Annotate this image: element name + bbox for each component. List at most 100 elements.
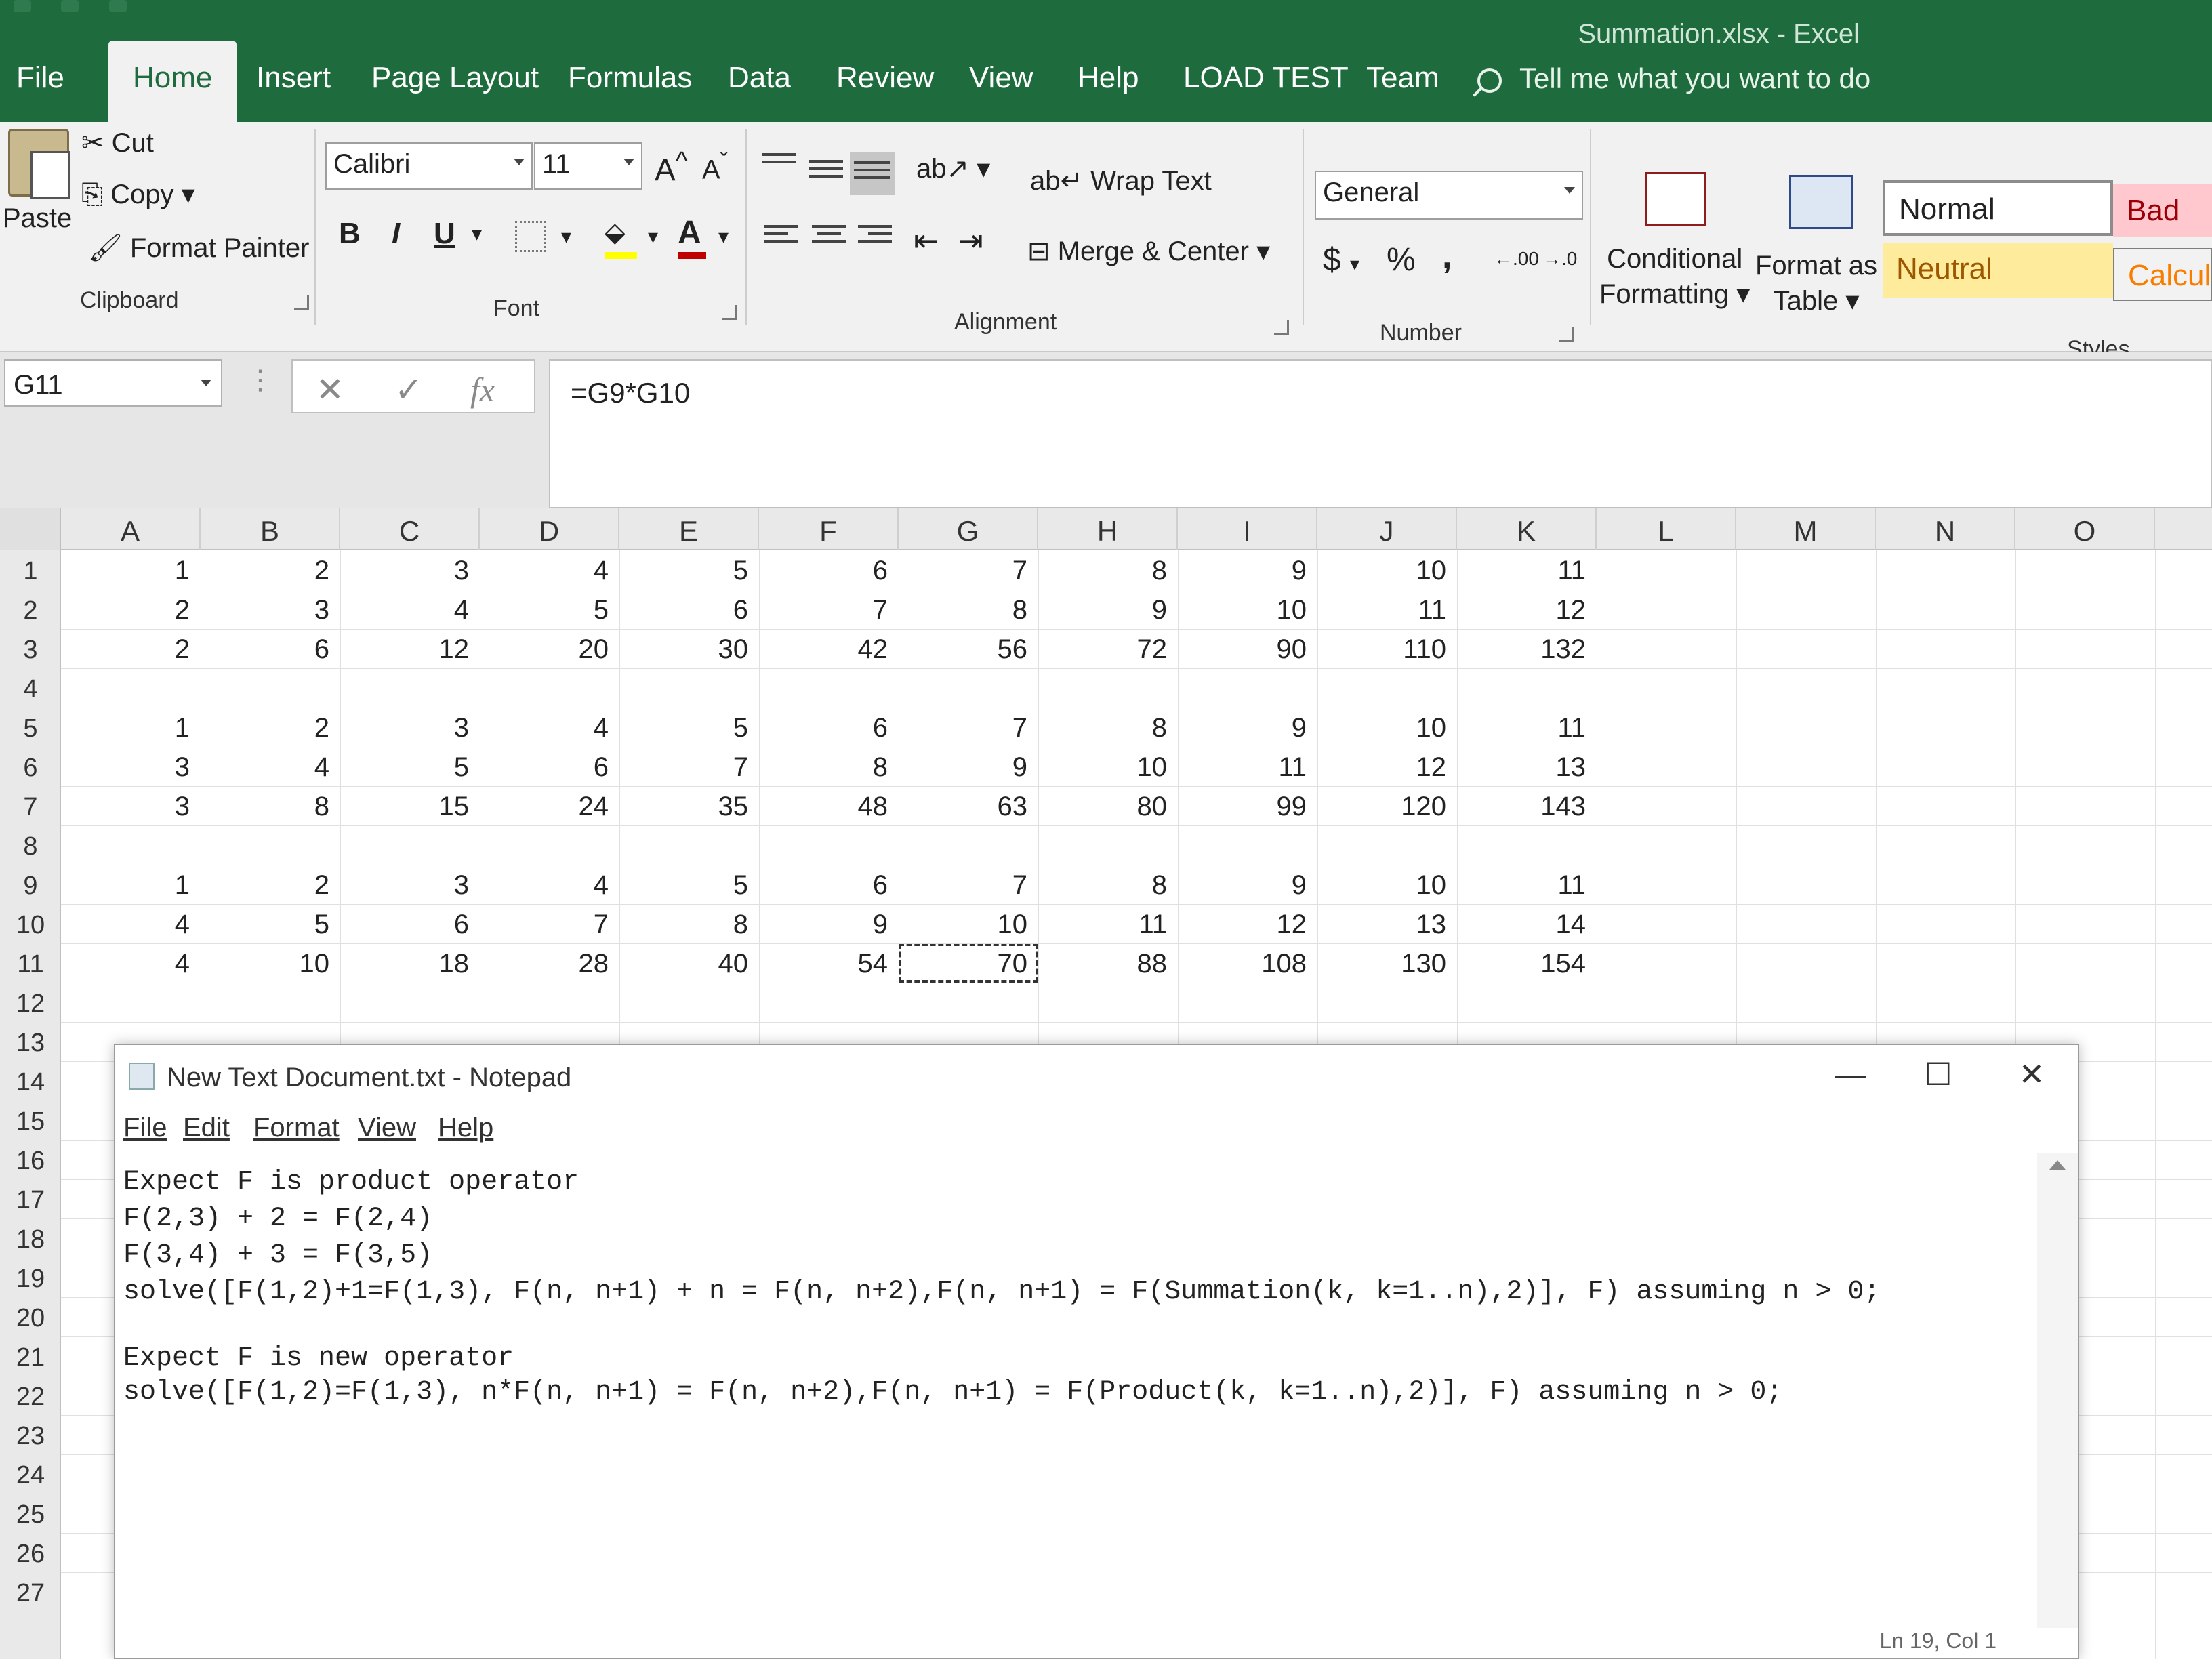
cut-button[interactable]: ✂ Cut bbox=[81, 127, 154, 159]
cell-f1[interactable]: 6 bbox=[759, 556, 888, 586]
cell-k5[interactable]: 11 bbox=[1457, 713, 1586, 743]
cell-e11[interactable]: 40 bbox=[619, 949, 749, 979]
cell-h10[interactable]: 11 bbox=[1038, 909, 1167, 940]
currency-button[interactable]: $ ▾ bbox=[1323, 241, 1359, 279]
cell-f3[interactable]: 42 bbox=[759, 634, 888, 665]
cell-d9[interactable]: 4 bbox=[480, 870, 609, 901]
cell-j5[interactable]: 10 bbox=[1317, 713, 1447, 743]
menu-help[interactable]: Help bbox=[438, 1113, 493, 1143]
bold-button[interactable]: B bbox=[339, 217, 361, 251]
tab-help[interactable]: Help bbox=[1078, 61, 1139, 95]
cell-a7[interactable]: 3 bbox=[61, 792, 190, 822]
menu-file[interactable]: File bbox=[123, 1113, 167, 1143]
cell-d11[interactable]: 28 bbox=[480, 949, 609, 979]
cell-i6[interactable]: 11 bbox=[1178, 752, 1307, 783]
cell-f2[interactable]: 7 bbox=[759, 595, 888, 626]
font-color-button[interactable]: A bbox=[678, 214, 706, 259]
copy-button[interactable]: ⎘ Copy ▾ bbox=[81, 179, 195, 210]
row-header-16[interactable]: 16 bbox=[0, 1147, 61, 1176]
cell-d2[interactable]: 5 bbox=[480, 595, 609, 626]
cell-h1[interactable]: 8 bbox=[1038, 556, 1167, 586]
row-header-25[interactable]: 25 bbox=[0, 1500, 61, 1530]
row-header-7[interactable]: 7 bbox=[0, 793, 61, 822]
fill-color-dropdown-icon[interactable]: ▾ bbox=[648, 225, 658, 249]
cell-j7[interactable]: 120 bbox=[1317, 792, 1446, 822]
cell-f10[interactable]: 9 bbox=[759, 909, 888, 940]
cell-i5[interactable]: 9 bbox=[1178, 713, 1307, 743]
formula-input[interactable]: =G9*G10 bbox=[549, 359, 2212, 508]
cell-c2[interactable]: 4 bbox=[340, 595, 469, 626]
cell-e9[interactable]: 5 bbox=[619, 870, 748, 901]
row-header-5[interactable]: 5 bbox=[0, 714, 61, 743]
cell-k6[interactable]: 13 bbox=[1457, 752, 1586, 783]
cell-f9[interactable]: 6 bbox=[759, 870, 888, 901]
cell-b2[interactable]: 3 bbox=[201, 595, 329, 626]
cell-i11[interactable]: 108 bbox=[1178, 949, 1307, 979]
cancel-icon[interactable]: ✕ bbox=[316, 370, 344, 409]
comma-button[interactable]: , bbox=[1442, 236, 1452, 276]
number-format-select[interactable]: General bbox=[1315, 171, 1583, 220]
top-align-icon[interactable] bbox=[762, 153, 796, 180]
bottom-align-icon[interactable] bbox=[850, 152, 895, 195]
tab-insert[interactable]: Insert bbox=[256, 61, 331, 95]
cell-h6[interactable]: 10 bbox=[1038, 752, 1168, 783]
number-launcher-icon[interactable] bbox=[1559, 327, 1574, 342]
cell-i9[interactable]: 9 bbox=[1178, 870, 1307, 901]
style-bad[interactable]: Bad bbox=[2113, 184, 2212, 237]
menu-view[interactable]: View bbox=[358, 1113, 416, 1143]
cell-h2[interactable]: 9 bbox=[1038, 595, 1167, 626]
select-all-corner[interactable] bbox=[0, 508, 61, 550]
column-header-d[interactable]: D bbox=[480, 508, 619, 550]
row-header-9[interactable]: 9 bbox=[0, 872, 61, 901]
tab-data[interactable]: Data bbox=[728, 61, 791, 95]
cell-h9[interactable]: 8 bbox=[1038, 870, 1167, 901]
cell-f6[interactable]: 8 bbox=[759, 752, 888, 783]
percent-button[interactable]: % bbox=[1387, 241, 1416, 279]
insert-function-icon[interactable]: fx bbox=[470, 370, 495, 409]
row-header-27[interactable]: 27 bbox=[0, 1579, 61, 1608]
column-header-h[interactable]: H bbox=[1038, 508, 1178, 550]
cell-j2[interactable]: 11 bbox=[1317, 595, 1446, 626]
cell-j9[interactable]: 10 bbox=[1317, 870, 1447, 901]
row-header-3[interactable]: 3 bbox=[0, 636, 61, 665]
row-header-6[interactable]: 6 bbox=[0, 754, 61, 783]
close-button[interactable]: ✕ bbox=[2005, 1056, 2059, 1097]
underline-button[interactable]: U bbox=[434, 217, 455, 251]
paste-button[interactable]: Paste bbox=[3, 203, 72, 234]
menu-edit[interactable]: Edit bbox=[183, 1113, 230, 1143]
format-as-table-button[interactable]: Format as Table ▾ bbox=[1755, 248, 1877, 319]
minimize-button[interactable]: — bbox=[1823, 1056, 1877, 1097]
cell-b9[interactable]: 2 bbox=[201, 870, 329, 901]
cell-k7[interactable]: 143 bbox=[1457, 792, 1586, 822]
cell-d7[interactable]: 24 bbox=[480, 792, 609, 822]
font-size-select[interactable]: 11 bbox=[534, 142, 642, 190]
cell-b1[interactable]: 2 bbox=[201, 556, 329, 586]
column-header-b[interactable]: B bbox=[201, 508, 340, 550]
cell-g6[interactable]: 9 bbox=[899, 752, 1027, 783]
tab-formulas[interactable]: Formulas bbox=[568, 61, 692, 95]
cell-f7[interactable]: 48 bbox=[759, 792, 888, 822]
cell-g5[interactable]: 7 bbox=[899, 713, 1027, 743]
cell-b10[interactable]: 5 bbox=[201, 909, 329, 940]
cell-g9[interactable]: 7 bbox=[899, 870, 1027, 901]
align-right-icon[interactable] bbox=[858, 225, 892, 252]
row-header-17[interactable]: 17 bbox=[0, 1186, 61, 1215]
borders-dropdown-icon[interactable]: ▾ bbox=[561, 225, 571, 249]
cell-d1[interactable]: 4 bbox=[480, 556, 609, 586]
decrease-decimal-icon[interactable]: →.0 bbox=[1542, 248, 1577, 270]
row-header-11[interactable]: 11 bbox=[0, 950, 61, 979]
cell-g3[interactable]: 56 bbox=[899, 634, 1028, 665]
cell-f11[interactable]: 54 bbox=[759, 949, 888, 979]
cell-i1[interactable]: 9 bbox=[1178, 556, 1307, 586]
font-color-dropdown-icon[interactable]: ▾ bbox=[718, 225, 729, 249]
cell-c3[interactable]: 12 bbox=[340, 634, 470, 665]
cell-c7[interactable]: 15 bbox=[340, 792, 470, 822]
cell-k9[interactable]: 11 bbox=[1457, 870, 1586, 901]
decrease-indent-icon[interactable]: ⇤ bbox=[914, 224, 939, 258]
cell-k10[interactable]: 14 bbox=[1457, 909, 1586, 940]
cell-c10[interactable]: 6 bbox=[340, 909, 469, 940]
cell-e5[interactable]: 5 bbox=[619, 713, 748, 743]
merge-center-button[interactable]: ⊟ Merge & Center ▾ bbox=[1027, 236, 1270, 267]
tab-home[interactable]: Home bbox=[108, 41, 237, 125]
cell-i7[interactable]: 99 bbox=[1178, 792, 1307, 822]
